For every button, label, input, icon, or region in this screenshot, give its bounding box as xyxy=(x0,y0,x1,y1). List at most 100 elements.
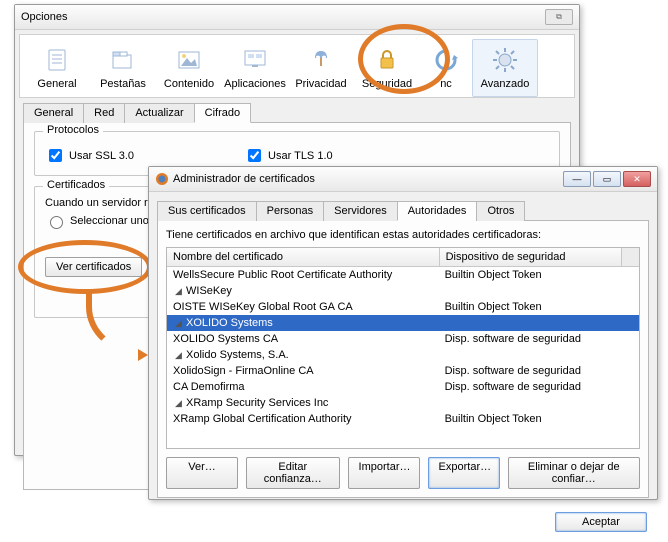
delete-distrust-button[interactable]: Eliminar o dejar de confiar… xyxy=(508,457,640,489)
subtab-update[interactable]: Actualizar xyxy=(124,103,194,123)
category-label: Privacidad xyxy=(295,78,346,90)
security-icon xyxy=(371,44,403,76)
dialog-footer: Aceptar xyxy=(149,506,657,542)
category-security[interactable]: Seguridad xyxy=(354,39,420,97)
protocols-legend: Protocolos xyxy=(43,124,103,136)
tls1-label: Usar TLS 1.0 xyxy=(268,150,333,162)
ssl3-checkbox[interactable]: Usar SSL 3.0 xyxy=(45,146,134,165)
category-privacy[interactable]: Privacidad xyxy=(288,39,354,97)
cert-name: WellsSecure Public Root Certificate Auth… xyxy=(173,269,392,281)
cert-title: Administrador de certificados xyxy=(173,173,563,185)
advanced-subtabs: General Red Actualizar Cifrado xyxy=(23,102,571,123)
cert-name: XRamp Global Certification Authority xyxy=(173,413,352,425)
table-row[interactable]: WellsSecure Public Root Certificate Auth… xyxy=(167,267,639,283)
minimize-button[interactable]: — xyxy=(563,171,591,187)
privacy-icon xyxy=(305,44,337,76)
tab-people[interactable]: Personas xyxy=(256,201,324,221)
certificates-legend: Certificados xyxy=(43,179,109,191)
sync-icon xyxy=(430,44,462,76)
subtab-network[interactable]: Red xyxy=(83,103,125,123)
accept-button[interactable]: Aceptar xyxy=(555,512,647,532)
tree-twisty-icon[interactable]: ◢ xyxy=(173,350,184,361)
cert-name: OISTE WISeKey Global Root GA CA xyxy=(173,301,353,313)
cert-device xyxy=(439,396,639,410)
tab-servers[interactable]: Servidores xyxy=(323,201,398,221)
advanced-icon xyxy=(489,44,521,76)
cert-device xyxy=(439,316,639,330)
category-label: Avanzado xyxy=(481,78,530,90)
table-row[interactable]: OISTE WISeKey Global Root GA CA Builtin O… xyxy=(167,299,639,315)
table-row[interactable]: XRamp Global Certification Authority Buil… xyxy=(167,411,639,427)
ssl3-checkbox-input[interactable] xyxy=(49,149,62,162)
table-row[interactable]: ◢XOLIDO Systems xyxy=(167,315,639,331)
subtab-general[interactable]: General xyxy=(23,103,84,123)
col-cert-name[interactable]: Nombre del certificado xyxy=(167,248,440,266)
ssl3-label: Usar SSL 3.0 xyxy=(69,150,134,162)
tls1-checkbox-input[interactable] xyxy=(248,149,261,162)
cert-manager-window: Administrador de certificados — ▭ ✕ Sus … xyxy=(148,166,658,500)
close-button[interactable]: ✕ xyxy=(623,171,651,187)
cert-tabstrip: Sus certificados Personas Servidores Aut… xyxy=(157,200,649,221)
view-button[interactable]: Ver… xyxy=(166,457,238,489)
tabs-icon xyxy=(107,44,139,76)
table-row[interactable]: ◢Xolido Systems, S.A. xyxy=(167,347,639,363)
authorities-table-header: Nombre del certificado Dispositivo de se… xyxy=(167,248,639,267)
tab-others[interactable]: Otros xyxy=(476,201,525,221)
cert-name: XOLIDO Systems CA xyxy=(173,333,278,345)
cert-device: Disp. software de seguridad xyxy=(439,364,639,378)
cert-auto-radio-input[interactable] xyxy=(50,216,63,229)
table-row[interactable]: XOLIDO Systems CADisp. software de segur… xyxy=(167,331,639,347)
import-button[interactable]: Importar… xyxy=(348,457,420,489)
content-icon xyxy=(173,44,205,76)
tab-your-certs[interactable]: Sus certificados xyxy=(157,201,257,221)
table-row[interactable]: ◢WISeKey xyxy=(167,283,639,299)
table-row[interactable]: CA Demofirma Disp. software de seguridad xyxy=(167,379,639,395)
tree-twisty-icon[interactable]: ◢ xyxy=(173,286,184,297)
maximize-button[interactable]: ▭ xyxy=(593,171,621,187)
titlebar-restore-hint[interactable]: ⧉ xyxy=(545,9,573,25)
cert-device xyxy=(439,348,639,362)
firefox-icon xyxy=(155,172,169,186)
tab-authorities[interactable]: Autoridades xyxy=(397,201,478,221)
category-label: Pestañas xyxy=(100,78,146,90)
authorities-table-body[interactable]: WellsSecure Public Root Certificate Auth… xyxy=(167,267,639,445)
tls1-checkbox[interactable]: Usar TLS 1.0 xyxy=(244,146,333,165)
col-device[interactable]: Dispositivo de seguridad xyxy=(440,248,621,266)
cert-group-name: Xolido Systems, S.A. xyxy=(186,349,289,361)
category-advanced[interactable]: Avanzado xyxy=(472,39,538,97)
options-title: Opciones xyxy=(21,11,545,23)
category-label: General xyxy=(37,78,76,90)
table-row[interactable]: ◢XRamp Security Services Inc xyxy=(167,395,639,411)
edit-trust-button[interactable]: Editar confianza… xyxy=(246,457,340,489)
cert-name: CA Demofirma xyxy=(173,381,245,393)
cert-device xyxy=(439,284,639,298)
category-tabs[interactable]: Pestañas xyxy=(90,39,156,97)
tree-twisty-icon[interactable]: ◢ xyxy=(173,318,184,329)
category-label: nc xyxy=(440,78,452,90)
general-icon xyxy=(41,44,73,76)
cert-device: Disp. software de seguridad xyxy=(439,380,639,394)
authorities-table: Nombre del certificado Dispositivo de se… xyxy=(166,247,640,449)
cert-device: Builtin Object Token xyxy=(439,300,639,314)
cert-group-name: WISeKey xyxy=(186,285,232,297)
category-general[interactable]: General xyxy=(24,39,90,97)
category-label: Seguridad xyxy=(362,78,412,90)
category-toolbar: General Pestañas Contenido Aplicaciones … xyxy=(19,34,575,98)
authorities-buttons: Ver… Editar confianza… Importar… Exporta… xyxy=(166,457,640,489)
category-sync[interactable]: nc xyxy=(420,39,472,97)
category-label: Aplicaciones xyxy=(224,78,286,90)
options-titlebar[interactable]: Opciones ⧉ xyxy=(15,5,579,30)
table-row[interactable]: XolidoSign - FirmaOnline CA Disp. softwar… xyxy=(167,363,639,379)
view-certificates-button[interactable]: Ver certificados xyxy=(45,257,142,277)
tree-twisty-icon[interactable]: ◢ xyxy=(173,398,184,409)
category-label: Contenido xyxy=(164,78,214,90)
category-content[interactable]: Contenido xyxy=(156,39,222,97)
category-apps[interactable]: Aplicaciones xyxy=(222,39,288,97)
cert-name: XolidoSign - FirmaOnline CA xyxy=(173,365,314,377)
cert-titlebar[interactable]: Administrador de certificados — ▭ ✕ xyxy=(149,167,657,192)
cert-device: Builtin Object Token xyxy=(439,412,639,426)
cert-group-name: XRamp Security Services Inc xyxy=(186,397,328,409)
subtab-encryption[interactable]: Cifrado xyxy=(194,103,251,123)
export-button[interactable]: Exportar… xyxy=(428,457,500,489)
authorities-panel: Tiene certificados en archivo que identi… xyxy=(157,221,649,498)
